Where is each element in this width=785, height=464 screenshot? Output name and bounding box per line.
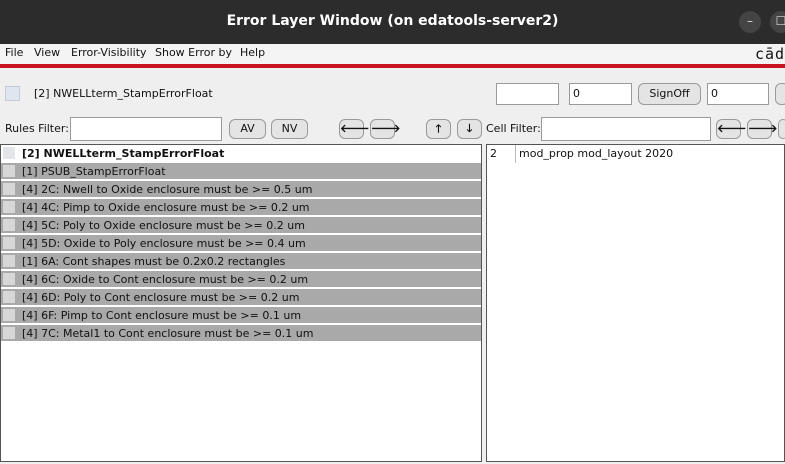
rule-text: [4] 6D: Poly to Cont enclosure must be >… [22,291,300,304]
rule-text: [2] NWELLterm_StampErrorFloat [22,147,225,160]
maximize-button[interactable]: ☐ [770,11,785,33]
cadence-logo: cād [755,45,785,63]
rule-checkbox[interactable] [3,291,15,303]
rules-filter-label: Rules Filter: [5,122,69,135]
cell-count: 2 [490,147,497,160]
rule-row[interactable]: [4] 6F: Pimp to Cont enclosure must be >… [1,307,481,324]
rule-checkbox[interactable] [3,327,15,339]
rule-checkbox[interactable] [3,219,15,231]
overflow-button[interactable] [775,83,785,105]
rule-text: [4] 5C: Poly to Oxide enclosure must be … [22,219,305,232]
rule-row[interactable]: [1] 6A: Cont shapes must be 0.2x0.2 rect… [1,253,481,270]
rule-checkbox[interactable] [3,309,15,321]
rule-checkbox[interactable] [3,165,15,177]
rule-text: [1] PSUB_StampErrorFloat [22,165,166,178]
up-arrow-icon[interactable]: 🡑 [426,119,451,139]
current-layer-label: [2] NWELLterm_StampErrorFloat [34,87,213,100]
rules-list[interactable]: [2] NWELLterm_StampErrorFloat [1] PSUB_S… [0,144,482,462]
rule-row[interactable]: [4] 5D: Oxide to Poly enclosure must be … [1,235,481,252]
signoff-count-field[interactable]: 0 [707,83,769,105]
menu-file[interactable]: File [5,46,23,59]
cell-right-arrow-icon[interactable]: 🡒 [747,119,778,139]
cell-overflow-button[interactable] [778,119,785,139]
cell-list[interactable]: 2 mod_prop mod_layout 2020 [486,144,785,462]
rule-checkbox[interactable] [3,147,15,159]
signoff-button[interactable]: SignOff [638,83,701,105]
rule-checkbox[interactable] [3,201,15,213]
menu-help[interactable]: Help [240,46,265,59]
rule-checkbox[interactable] [3,237,15,249]
rule-text: [4] 7C: Metal1 to Cont enclosure must be… [22,327,314,340]
rule-row[interactable]: [4] 7C: Metal1 to Cont enclosure must be… [1,325,481,342]
rule-text: [4] 4C: Pimp to Oxide enclosure must be … [22,201,310,214]
cell-left-arrow-icon[interactable]: 🡐 [716,119,747,139]
rule-text: [4] 6C: Oxide to Cont enclosure must be … [22,273,309,286]
av-button[interactable]: AV [229,119,266,139]
rule-checkbox[interactable] [3,273,15,285]
down-arrow-icon[interactable]: 🡓 [457,119,482,139]
rule-row[interactable]: [4] 5C: Poly to Oxide enclosure must be … [1,217,481,234]
menu-error-visibility[interactable]: Error-Visibility [71,46,147,59]
cell-filter-input[interactable] [541,117,711,141]
menu-bar: File View Error-Visibility Show Error by… [0,44,785,64]
cell-row[interactable]: 2 mod_prop mod_layout 2020 [487,145,784,163]
right-arrow-icon[interactable]: 🡒 [370,119,401,139]
count-field-1[interactable] [496,83,559,105]
rule-row[interactable]: [4] 4C: Pimp to Oxide enclosure must be … [1,199,481,216]
rule-row[interactable]: [2] NWELLterm_StampErrorFloat [1,145,481,162]
rule-text: [4] 5D: Oxide to Poly enclosure must be … [22,237,306,250]
menu-view[interactable]: View [34,46,60,59]
rule-text: [4] 2C: Nwell to Oxide enclosure must be… [22,183,313,196]
rule-checkbox[interactable] [3,183,15,195]
rule-text: [1] 6A: Cont shapes must be 0.2x0.2 rect… [22,255,286,268]
rule-checkbox[interactable] [3,255,15,267]
rule-text: [4] 6F: Pimp to Cont enclosure must be >… [22,309,302,322]
menu-show-error-by[interactable]: Show Error by [155,46,232,59]
rule-row[interactable]: [4] 2C: Nwell to Oxide enclosure must be… [1,181,481,198]
count-field-2[interactable]: 0 [569,83,632,105]
rule-row[interactable]: [1] PSUB_StampErrorFloat [1,163,481,180]
title-bar: Error Layer Window (on edatools-server2)… [0,0,785,44]
layer-color-swatch[interactable] [5,86,20,101]
cell-name: mod_prop mod_layout 2020 [519,147,674,160]
column-divider [515,145,516,163]
rules-filter-input[interactable] [70,117,222,141]
rule-row[interactable]: [4] 6D: Poly to Cont enclosure must be >… [1,289,481,306]
left-arrow-icon[interactable]: 🡐 [339,119,370,139]
cell-filter-label: Cell Filter: [486,122,541,135]
nv-button[interactable]: NV [271,119,308,139]
window-title: Error Layer Window (on edatools-server2) [226,13,559,29]
minimize-button[interactable]: – [739,11,761,33]
accent-line [0,64,785,68]
rule-row[interactable]: [4] 6C: Oxide to Cont enclosure must be … [1,271,481,288]
